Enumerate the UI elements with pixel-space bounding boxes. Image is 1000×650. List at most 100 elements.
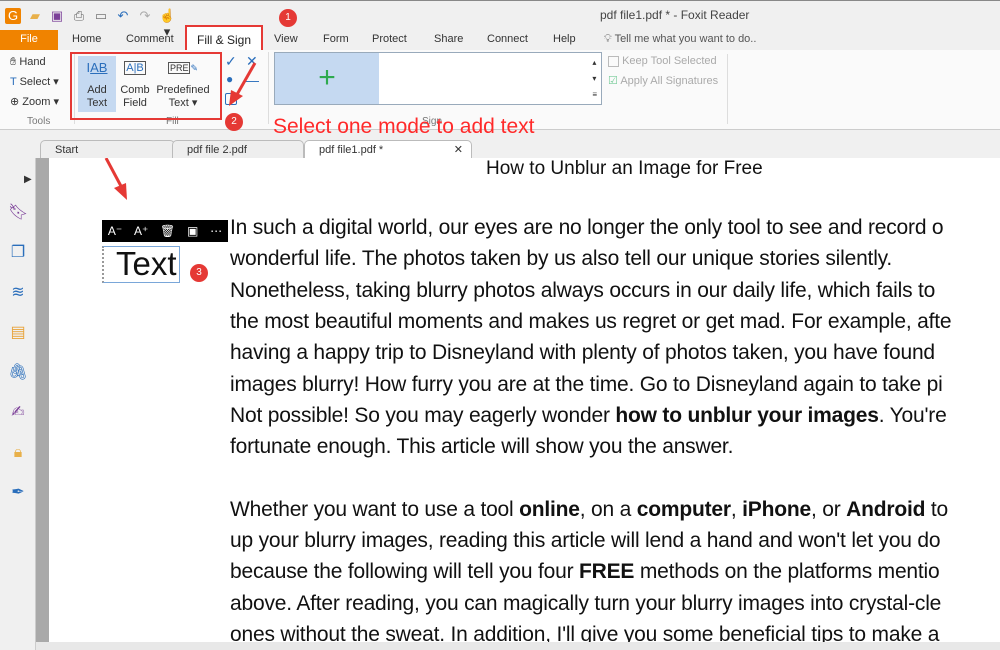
step-badge-1: 1 (279, 9, 297, 27)
hand-dropdown-icon[interactable]: ☝▾ (159, 8, 175, 39)
title-bar: G ▰ ▣ ⎙ ▭ ↶ ↷ ☝▾ pdf file1.pdf * - Foxit… (0, 0, 1000, 39)
select-label: Select (19, 76, 51, 88)
comments-icon[interactable]: ▤ (8, 323, 28, 343)
bold-text: computer (636, 497, 731, 521)
body-line: because the following will tell you four… (230, 560, 940, 584)
text-run: because the following will tell you four (230, 560, 579, 584)
doc-tab-start[interactable]: Start (40, 140, 175, 158)
text-run: In such a digital world, our eyes are no… (230, 216, 944, 239)
body-line: wonderful life. The photos taken by us a… (230, 247, 892, 271)
apply-all-label: Apply All Signatures (620, 75, 719, 87)
gallery-scroll[interactable]: ▴ ▾ ≡ (592, 55, 597, 103)
doc-tab-pdf-file1[interactable]: pdf file1.pdf * ✕ (304, 140, 472, 158)
increase-font-icon[interactable]: A⁺ (134, 224, 148, 238)
text-format-toolbar: A⁻ A⁺ 🗑︎ ▣ ⋯ (102, 220, 228, 242)
expand-panel-icon[interactable]: ▶ (24, 174, 35, 185)
quick-access-toolbar: G ▰ ▣ ⎙ ▭ ↶ ↷ ☝▾ (5, 8, 175, 39)
close-tab-icon[interactable]: ✕ (454, 141, 463, 159)
tab-file[interactable]: File (0, 30, 58, 50)
document-heading: How to Unblur an Image for Free (486, 158, 763, 179)
foxit-logo-icon: G (5, 8, 21, 24)
redo-icon[interactable]: ↷ (137, 8, 153, 24)
doc-tab-label: pdf file1.pdf * (319, 144, 384, 156)
arrow-annotation-3 (104, 158, 127, 200)
pages-icon[interactable]: ❐ (8, 243, 28, 263)
text-run: Whether you want to use a tool (230, 497, 520, 521)
text-box-field[interactable]: Text (102, 246, 180, 283)
text-run: , (730, 497, 743, 521)
text-run: having a happy trip to Disneyland with p… (230, 341, 935, 365)
hand-label: Hand (19, 56, 46, 68)
layers-icon[interactable]: ≋ (8, 283, 28, 303)
body-line: Whether you want to use a tool online, o… (230, 498, 948, 522)
doc-tab-pdf-file-2[interactable]: pdf file 2.pdf (172, 140, 304, 158)
tab-comment[interactable]: Comment (126, 30, 174, 50)
tab-form[interactable]: Form (323, 30, 349, 50)
tab-protect[interactable]: Protect (372, 30, 407, 50)
bold-text: online (519, 497, 580, 521)
print-icon[interactable]: ⎙ (71, 8, 87, 24)
zoom-icon: ⊕ (10, 96, 20, 108)
delete-icon[interactable]: 🗑︎ (160, 224, 175, 238)
fill-highlight-box (70, 52, 222, 120)
zoom-tool[interactable]: ⊕ Zoom ▾ (10, 95, 59, 108)
panel-splitter[interactable] (36, 158, 49, 642)
pdf-page: How to Unblur an Image for Free A⁻ A⁺ 🗑︎ ▣ ⋯… (49, 158, 1000, 642)
text-run: images blurry! How furry you are at the … (230, 372, 943, 396)
tab-home[interactable]: Home (72, 30, 101, 50)
body-line: Not possible! So you may eagerly wonder … (230, 404, 947, 428)
apply-all-signatures-button[interactable]: ☑ Apply All Signatures (608, 74, 718, 87)
text-run: above. After reading, you can magically … (230, 591, 942, 615)
select-text-icon: T (10, 76, 17, 88)
security-lock-icon[interactable]: 🔒︎ (8, 443, 28, 463)
select-tool[interactable]: T Select ▾ (10, 75, 59, 88)
arrow-annotation-2 (229, 62, 257, 106)
tab-help[interactable]: Help (553, 30, 576, 50)
save-icon[interactable]: ▣ (49, 8, 65, 24)
left-sidebar: ▶ 🔖︎ ❐ ≋ ▤ 🖇︎ ✍︎ 🔒︎ ✒︎ (0, 158, 36, 650)
signature-panel-icon[interactable]: ✍︎ (8, 403, 28, 423)
tab-view[interactable]: View (274, 30, 298, 50)
text-run: , or (810, 497, 847, 521)
body-line: In such a digital world, our eyes are no… (230, 216, 944, 240)
body-line: fortunate enough. This article will show… (230, 435, 733, 459)
tab-fill-sign[interactable]: Fill & Sign (185, 25, 263, 52)
tell-me-search[interactable]: 💡︎ Tell me what you want to do.. (604, 30, 756, 50)
digital-signature-icon[interactable]: ✒︎ (8, 483, 28, 503)
text-run: the most beautiful moments and makes us … (230, 309, 952, 333)
step-badge-2: 2 (225, 113, 243, 131)
text-run: Not possible! So you may eagerly wonder (230, 403, 616, 427)
more-icon[interactable]: ⋯ (210, 224, 222, 238)
bold-text: Android (846, 497, 926, 521)
bookmark-icon[interactable]: 🔖︎ (8, 203, 28, 223)
keep-tool-selected-checkbox[interactable]: Keep Tool Selected (608, 55, 717, 67)
bold-text: iPhone (742, 497, 811, 521)
text-run: . You're (878, 403, 947, 427)
body-line: Nonetheless, taking blurry photos always… (230, 279, 935, 303)
comb-toggle-icon[interactable]: ▣ (187, 224, 198, 238)
zoom-label: Zoom (22, 96, 51, 108)
hand-tool[interactable]: ✋︎ Hand (10, 56, 46, 69)
body-line: images blurry! How furry you are at the … (230, 373, 943, 397)
horizontal-scrollbar[interactable] (36, 642, 1000, 650)
tab-share[interactable]: Share (434, 30, 463, 50)
add-signature-button[interactable]: + (275, 53, 379, 104)
menu-tabs: File Home Comment Fill & Sign View Form … (0, 25, 1000, 52)
undo-icon[interactable]: ↶ (115, 8, 131, 24)
attachment-icon[interactable]: 🖇︎ (8, 363, 28, 383)
tab-connect[interactable]: Connect (487, 30, 528, 50)
text-run: Nonetheless, taking blurry photos always… (230, 278, 936, 302)
text-run: up your blurry images, reading this arti… (230, 529, 941, 552)
open-icon[interactable]: ▰ (27, 8, 43, 24)
body-line: above. After reading, you can magically … (230, 592, 941, 616)
signature-gallery: + ▴ ▾ ≡ (274, 52, 602, 105)
tell-me-placeholder: Tell me what you want to do.. (614, 33, 757, 45)
lightbulb-icon: 💡︎ (604, 33, 612, 45)
text-run: to (925, 497, 948, 521)
hand-icon: ✋︎ (10, 56, 17, 68)
decrease-font-icon[interactable]: A⁻ (108, 224, 122, 238)
text-run: , on a (579, 497, 637, 521)
email-icon[interactable]: ▭ (93, 8, 109, 24)
apply-signatures-icon: ☑ (608, 75, 618, 87)
keep-tool-label: Keep Tool Selected (622, 55, 717, 67)
